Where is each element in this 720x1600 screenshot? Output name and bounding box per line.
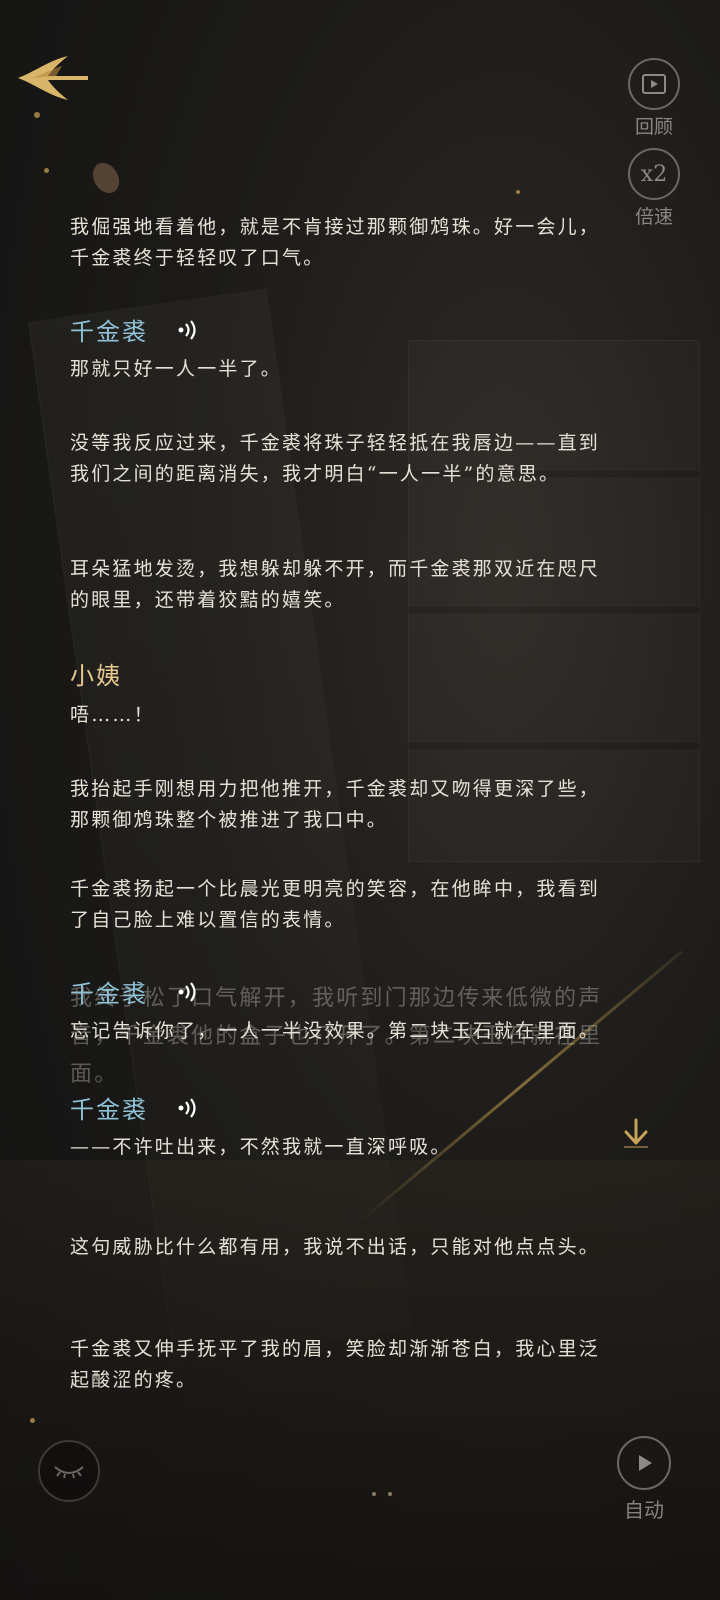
dialogue-line: ——不许吐出来，不然我就一直深呼吸。 bbox=[70, 1136, 452, 1158]
narration-text: 我抬起手刚想用力把他推开，千金裘却又吻得更深了些，那颗御鸩珠整个被推进了我口中。 bbox=[70, 778, 601, 831]
speed-value: x2 bbox=[628, 148, 680, 200]
voice-icon[interactable] bbox=[176, 318, 200, 342]
scroll-down-icon[interactable] bbox=[618, 1116, 654, 1152]
hide-ui-button[interactable] bbox=[38, 1440, 100, 1502]
speaker-label: 千金裘 bbox=[70, 1096, 148, 1124]
dialogue-line: 唔……！ bbox=[70, 704, 155, 726]
page-dot bbox=[388, 1492, 392, 1496]
speaker-label: 小姨 bbox=[70, 662, 122, 690]
page-dot bbox=[372, 1492, 376, 1496]
decor-dot bbox=[44, 168, 49, 173]
review-button[interactable]: 回顾 bbox=[626, 58, 682, 139]
dialogue-line: 那就只好一人一半了。 bbox=[70, 358, 283, 380]
eye-closed-icon bbox=[54, 1466, 84, 1479]
auto-label: 自动 bbox=[624, 1498, 664, 1522]
review-icon bbox=[628, 58, 680, 110]
auto-play-icon bbox=[617, 1436, 671, 1490]
voice-icon[interactable] bbox=[176, 980, 200, 1004]
auto-play-button[interactable]: 自动 bbox=[614, 1436, 674, 1523]
speaker-label: 千金裘 bbox=[70, 318, 148, 346]
speed-button[interactable]: x2 倍速 bbox=[626, 148, 682, 229]
decor-dot bbox=[34, 112, 40, 118]
speaker-name: 千金裘 bbox=[70, 312, 200, 347]
decor-dot bbox=[30, 1418, 35, 1423]
speaker-name: 小姨 bbox=[70, 656, 122, 691]
narration-text: 没等我反应过来，千金裘将珠子轻轻抵在我唇边——直到我们之间的距离消失，我才明白“… bbox=[70, 432, 601, 485]
leaf-decor-icon bbox=[92, 162, 120, 194]
back-button[interactable] bbox=[14, 50, 94, 106]
review-label: 回顾 bbox=[634, 116, 673, 138]
narration-text: 千金裘扬起一个比晨光更明亮的笑容，在他眸中，我看到了自己脸上难以置信的表情。 bbox=[70, 878, 601, 931]
narration-text: 千金裘又伸手抚平了我的眉，笑脸却渐渐苍白，我心里泛起酸涩的疼。 bbox=[70, 1338, 601, 1391]
narration-text: 我倔强地看着他，就是不肯接过那颗御鸩珠。好一会儿，千金裘终于轻轻叹了口气。 bbox=[70, 216, 601, 269]
narration-text: 这句威胁比什么都有用，我说不出话，只能对他点点头。 bbox=[70, 1236, 601, 1258]
decor-dot bbox=[516, 190, 520, 194]
narration-text: 耳朵猛地发烫，我想躲却躲不开，而千金裘那双近在咫尺的眼里，还带着狡黠的嬉笑。 bbox=[70, 558, 601, 611]
speed-label: 倍速 bbox=[634, 206, 673, 228]
dialogue-line: 忘记告诉你了，一人一半没效果。第二块玉石就在里面。 bbox=[70, 1020, 601, 1042]
voice-icon[interactable] bbox=[176, 1096, 200, 1120]
speaker-label: 千金裘 bbox=[70, 980, 148, 1008]
back-arrow-icon bbox=[18, 56, 88, 100]
speaker-name: 千金裘 bbox=[70, 974, 200, 1009]
page-indicator bbox=[372, 1492, 396, 1498]
speaker-name: 千金裘 bbox=[70, 1090, 200, 1125]
